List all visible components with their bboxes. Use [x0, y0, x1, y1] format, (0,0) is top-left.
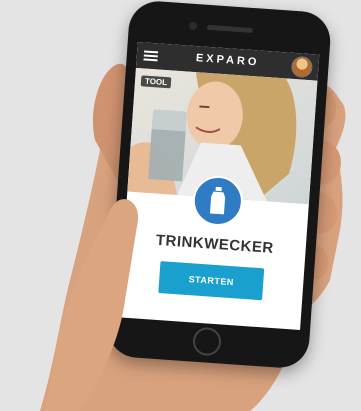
front-camera [188, 21, 198, 31]
user-avatar[interactable] [290, 55, 314, 79]
earpiece-speaker [206, 24, 254, 33]
phone-screen: EXPARO TOOL TRINKWECKER STARTEN [118, 41, 320, 331]
tool-badge: TOOL [140, 75, 172, 89]
home-button[interactable] [192, 326, 222, 357]
photo-scene: EXPARO TOOL TRINKWECKER STARTEN [0, 0, 361, 411]
page-title: TRINKWECKER [155, 231, 275, 257]
start-button[interactable]: STARTEN [158, 261, 265, 301]
smartphone: EXPARO TOOL TRINKWECKER STARTEN [105, 0, 333, 370]
water-bottle-icon [209, 186, 226, 215]
